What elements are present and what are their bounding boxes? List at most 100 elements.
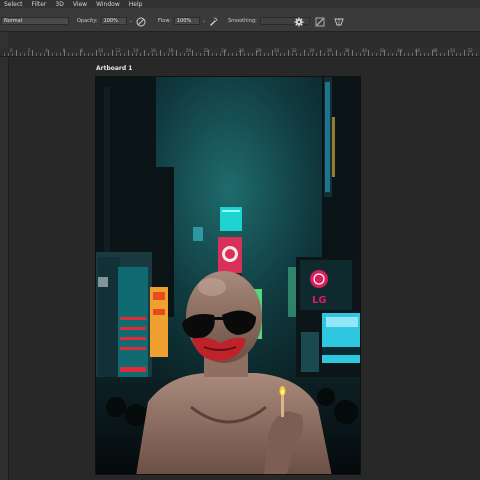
ruler-tick [444, 53, 445, 56]
ruler-tick [168, 53, 169, 56]
ruler-number: 18 [168, 48, 174, 53]
ruler-number: 16 [150, 48, 156, 53]
opacity-value: 100% [103, 17, 118, 24]
mode-dropdown[interactable]: Normal [1, 16, 69, 25]
ruler-number: 40 [362, 48, 368, 53]
ruler-tick [308, 53, 309, 56]
ruler-tick [412, 53, 413, 56]
ruler-tick [96, 50, 97, 56]
pressure-opacity-icon[interactable] [136, 17, 146, 27]
mode-value: Normal [4, 17, 23, 24]
ruler-tick [296, 53, 297, 56]
flow-field[interactable]: 100% [173, 16, 200, 25]
menu-help[interactable]: Help [129, 1, 143, 8]
ruler-tick [228, 53, 229, 56]
ruler-number: 8 [80, 48, 83, 53]
menu-select[interactable]: Select [4, 1, 23, 8]
ruler-tick [204, 53, 205, 56]
opacity-label: Opacity: [77, 17, 98, 24]
ruler-tick [312, 53, 313, 56]
ruler-tick [36, 53, 37, 56]
ruler-tick [340, 53, 341, 56]
ruler-tick [140, 53, 141, 56]
pressure-size-icon[interactable] [315, 17, 325, 27]
ruler-tick [108, 53, 109, 56]
ruler-tick [476, 53, 477, 56]
ruler-tick [100, 53, 101, 56]
vertical-ruler[interactable] [0, 57, 9, 480]
horizontal-ruler[interactable]: 0 2 4 6 8 10 12 14 16 18 20 22 24 26 28 30 32 34 36 38 40 42 4… [0, 48, 480, 57]
ruler-tick [464, 50, 465, 56]
menu-3d[interactable]: 3D [55, 1, 63, 8]
ruler-tick [120, 53, 121, 56]
ruler-tick [44, 53, 45, 56]
ruler-tick [72, 53, 73, 56]
ruler-tick [88, 53, 89, 56]
ruler-tick [128, 50, 129, 56]
ruler-tick [436, 53, 437, 56]
ruler-tick [104, 53, 105, 56]
opacity-field[interactable]: 100% [100, 16, 127, 25]
ruler-number: 36 [326, 48, 332, 53]
artboard-label[interactable]: Artboard 1 [96, 65, 132, 72]
ruler-tick [408, 53, 409, 56]
ruler-tick [264, 53, 265, 56]
ruler-tick [4, 53, 5, 56]
ruler-tick [268, 53, 269, 56]
ruler-tick [300, 53, 301, 56]
ruler-tick [116, 53, 117, 56]
menu-window[interactable]: Window [96, 1, 120, 8]
ruler-number: 12 [115, 48, 121, 53]
lg-sign-text: LG [312, 295, 327, 306]
ruler-tick [280, 53, 281, 56]
ruler-tick [260, 53, 261, 56]
ruler-tick [124, 53, 125, 56]
ruler-tick [164, 53, 165, 56]
ruler-tick [76, 53, 77, 56]
ruler-number: 2 [27, 48, 31, 53]
ruler-tick [360, 53, 361, 56]
ruler-tick [192, 50, 193, 56]
ruler-tick [196, 53, 197, 56]
ruler-tick [440, 53, 441, 56]
ruler-number: 28 [256, 48, 262, 53]
ruler-number: 42 [379, 48, 385, 53]
ruler-tick [12, 53, 13, 56]
ruler-tick [200, 53, 201, 56]
ruler-number: 34 [309, 48, 315, 53]
ruler-tick [8, 53, 9, 56]
ruler-tick [144, 50, 145, 56]
ruler-tick [456, 53, 457, 56]
gear-icon[interactable] [294, 17, 304, 27]
ruler-tick [28, 53, 29, 56]
flow-value: 100% [176, 17, 192, 24]
ruler-tick [184, 53, 185, 56]
menu-view[interactable]: View [73, 1, 87, 8]
ruler-tick [316, 53, 317, 56]
ruler-tick [188, 53, 189, 56]
ruler-tick [132, 53, 133, 56]
ruler-tick [368, 50, 369, 56]
ruler-tick [284, 53, 285, 56]
ruler-tick [160, 50, 161, 56]
ruler-tick [344, 53, 345, 56]
ruler-tick [152, 53, 153, 56]
ruler-number: 20 [186, 48, 192, 53]
ruler-tick [24, 53, 25, 56]
ruler-number: 48 [432, 48, 438, 53]
ruler-tick [68, 53, 69, 56]
smoothing-label: Smoothing: [228, 17, 257, 24]
ruler-tick [472, 53, 473, 56]
artboard-canvas[interactable]: LG [95, 76, 361, 475]
menu-filter[interactable]: Filter [32, 1, 47, 8]
ruler-tick [148, 53, 149, 56]
ruler-tick [212, 53, 213, 56]
ruler-tick [232, 53, 233, 56]
symmetry-icon[interactable] [334, 17, 344, 27]
flow-caret-icon[interactable]: ⌄ [202, 18, 206, 24]
ruler-number: 50 [450, 48, 456, 53]
opacity-caret-icon[interactable]: ⌄ [129, 18, 133, 24]
ruler-tick [468, 53, 469, 56]
ruler-tick [336, 50, 337, 56]
airbrush-icon[interactable] [208, 17, 218, 27]
